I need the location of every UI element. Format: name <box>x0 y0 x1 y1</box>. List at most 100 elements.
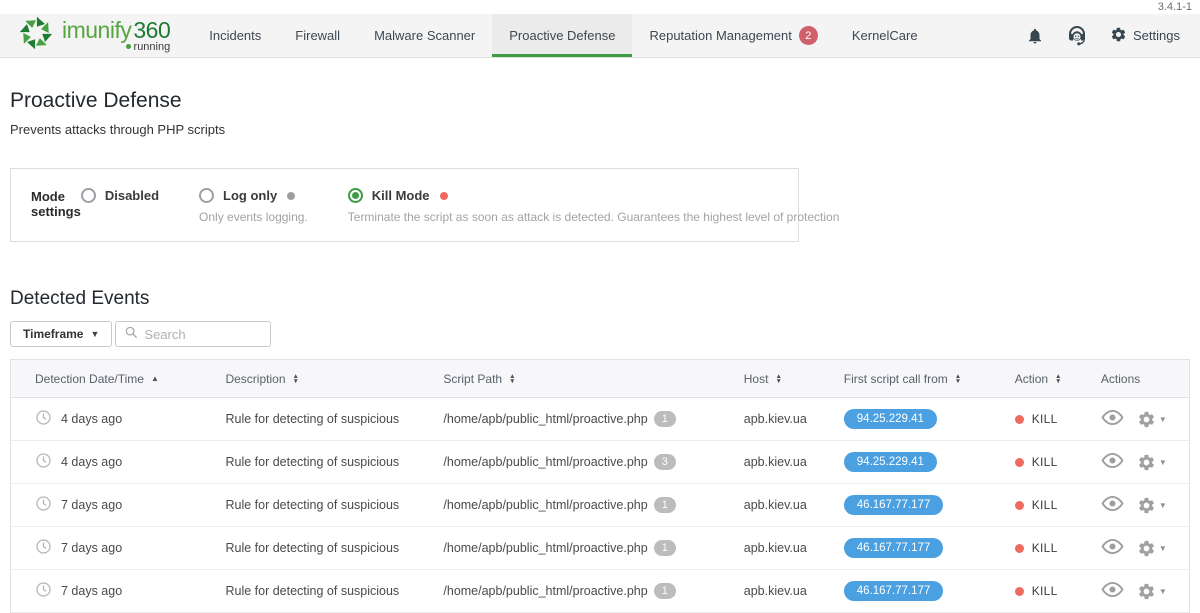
source-ip-pill[interactable]: 46.167.77.177 <box>844 538 944 558</box>
detected-events-title: Detected Events <box>10 288 1190 310</box>
table-row: 7 days ago Rule for detecting of suspici… <box>11 527 1189 570</box>
table-row: 4 days ago Rule for detecting of suspici… <box>11 441 1189 484</box>
detection-time: 7 days ago <box>61 541 122 555</box>
column-header-host[interactable]: Host ▲▼ <box>718 360 824 397</box>
gear-icon <box>1110 26 1127 46</box>
source-ip-pill[interactable]: 94.25.229.41 <box>844 409 937 429</box>
kill-dot-icon <box>1015 501 1024 510</box>
source-ip-pill[interactable]: 46.167.77.177 <box>844 581 944 601</box>
search-box <box>115 321 271 347</box>
detection-time: 7 days ago <box>61 584 122 598</box>
sort-icon: ▲▼ <box>509 374 515 384</box>
mode-settings-label: Mode settings <box>31 188 81 224</box>
row-actions-gear-menu[interactable]: ▼ <box>1137 582 1167 601</box>
table-body: 4 days ago Rule for detecting of suspici… <box>11 398 1189 613</box>
event-description: Rule for detecting of suspicious <box>225 412 399 426</box>
script-path: /home/apb/public_html/proactive.php <box>443 412 647 426</box>
event-count-badge: 1 <box>654 497 676 513</box>
detection-time: 7 days ago <box>61 498 122 512</box>
chevron-down-icon: ▼ <box>1159 587 1167 596</box>
mode-option-kill-mode: Kill Mode Terminate the script as soon a… <box>348 188 840 224</box>
radio-button[interactable] <box>81 188 96 203</box>
nav-item-kernelcare[interactable]: KernelCare <box>835 14 935 57</box>
clock-icon <box>35 452 52 472</box>
host-name: apb.kiev.ua <box>744 455 807 469</box>
version-label: 3.4.1-1 <box>1158 1 1192 13</box>
host-name: apb.kiev.ua <box>744 584 807 598</box>
radio-button[interactable] <box>348 188 363 203</box>
support-agent-icon[interactable] <box>1065 24 1089 48</box>
sort-icon: ▲▼ <box>293 374 299 384</box>
view-details-eye-icon[interactable] <box>1101 495 1124 515</box>
action-label: KILL <box>1032 412 1058 426</box>
script-path: /home/apb/public_html/proactive.php <box>443 541 647 555</box>
top-navbar: imunify 360 running Incidents Firewall M… <box>0 14 1200 58</box>
brand-suffix: 360 <box>133 19 170 41</box>
sort-icon: ▲▼ <box>1055 374 1061 384</box>
clock-icon <box>35 409 52 429</box>
notifications-bell-icon[interactable] <box>1026 27 1044 45</box>
view-details-eye-icon[interactable] <box>1101 538 1124 558</box>
column-header-description[interactable]: Description ▲▼ <box>199 360 417 397</box>
nav-item-firewall[interactable]: Firewall <box>278 14 357 57</box>
settings-label: Settings <box>1133 28 1180 43</box>
nav-right: Settings <box>1026 14 1200 57</box>
view-details-eye-icon[interactable] <box>1101 452 1124 472</box>
clock-icon <box>35 581 52 601</box>
settings-button[interactable]: Settings <box>1110 26 1180 46</box>
row-actions-gear-menu[interactable]: ▼ <box>1137 410 1167 429</box>
row-actions-gear-menu[interactable]: ▼ <box>1137 539 1167 558</box>
column-header-first-script-call-from[interactable]: First script call from ▲▼ <box>824 360 989 397</box>
kill-dot-icon <box>1015 458 1024 467</box>
column-header-script-path[interactable]: Script Path ▲▼ <box>417 360 717 397</box>
main-content: Proactive Defense Prevents attacks throu… <box>0 89 1200 613</box>
chevron-down-icon: ▼ <box>1159 501 1167 510</box>
search-input[interactable] <box>144 327 262 342</box>
kill-dot-icon <box>1015 587 1024 596</box>
imunify360-logo[interactable]: imunify 360 running <box>0 14 192 57</box>
nav-item-proactive-defense[interactable]: Proactive Defense <box>492 14 632 57</box>
event-description: Rule for detecting of suspicious <box>225 541 399 555</box>
script-path: /home/apb/public_html/proactive.php <box>443 455 647 469</box>
chevron-down-icon: ▼ <box>90 329 99 339</box>
mode-settings-panel: Mode settings Disabled Log only Only eve… <box>10 168 799 242</box>
host-name: apb.kiev.ua <box>744 498 807 512</box>
script-path: /home/apb/public_html/proactive.php <box>443 584 647 598</box>
event-count-badge: 1 <box>654 411 676 427</box>
view-details-eye-icon[interactable] <box>1101 581 1124 601</box>
event-count-badge: 3 <box>654 454 676 470</box>
source-ip-pill[interactable]: 94.25.229.41 <box>844 452 937 472</box>
view-details-eye-icon[interactable] <box>1101 409 1124 429</box>
brand-name: imunify <box>62 19 131 41</box>
status-dot-icon <box>287 192 295 200</box>
clock-icon <box>35 538 52 558</box>
radio-button[interactable] <box>199 188 214 203</box>
detection-time: 4 days ago <box>61 455 122 469</box>
chevron-down-icon: ▼ <box>1159 415 1167 424</box>
row-actions-gear-menu[interactable]: ▼ <box>1137 453 1167 472</box>
sort-asc-icon: ▲ <box>151 374 159 383</box>
source-ip-pill[interactable]: 46.167.77.177 <box>844 495 944 515</box>
column-header-action[interactable]: Action ▲▼ <box>989 360 1083 397</box>
agent-status: running <box>62 41 170 53</box>
timeframe-dropdown[interactable]: Timeframe ▼ <box>10 321 112 347</box>
host-name: apb.kiev.ua <box>744 412 807 426</box>
nav-item-reputation-management[interactable]: Reputation Management 2 <box>632 14 834 57</box>
event-count-badge: 1 <box>654 583 676 599</box>
row-actions-gear-menu[interactable]: ▼ <box>1137 496 1167 515</box>
kill-dot-icon <box>1015 415 1024 424</box>
nav-item-incidents[interactable]: Incidents <box>192 14 278 57</box>
mode-option-disabled: Disabled <box>81 188 159 224</box>
mode-option-description: Only events logging. <box>199 210 308 224</box>
mode-option-description: Terminate the script as soon as attack i… <box>348 210 840 224</box>
search-icon <box>124 325 138 344</box>
detection-time: 4 days ago <box>61 412 122 426</box>
column-header-detection-date-time[interactable]: Detection Date/Time ▲ <box>11 360 199 397</box>
running-dot-icon <box>126 44 131 49</box>
page-title: Proactive Defense <box>10 89 1190 113</box>
sort-icon: ▲▼ <box>775 374 781 384</box>
event-description: Rule for detecting of suspicious <box>225 584 399 598</box>
mode-option-log-only: Log only Only events logging. <box>199 188 308 224</box>
nav-item-malware-scanner[interactable]: Malware Scanner <box>357 14 492 57</box>
table-row: 7 days ago Rule for detecting of suspici… <box>11 570 1189 613</box>
